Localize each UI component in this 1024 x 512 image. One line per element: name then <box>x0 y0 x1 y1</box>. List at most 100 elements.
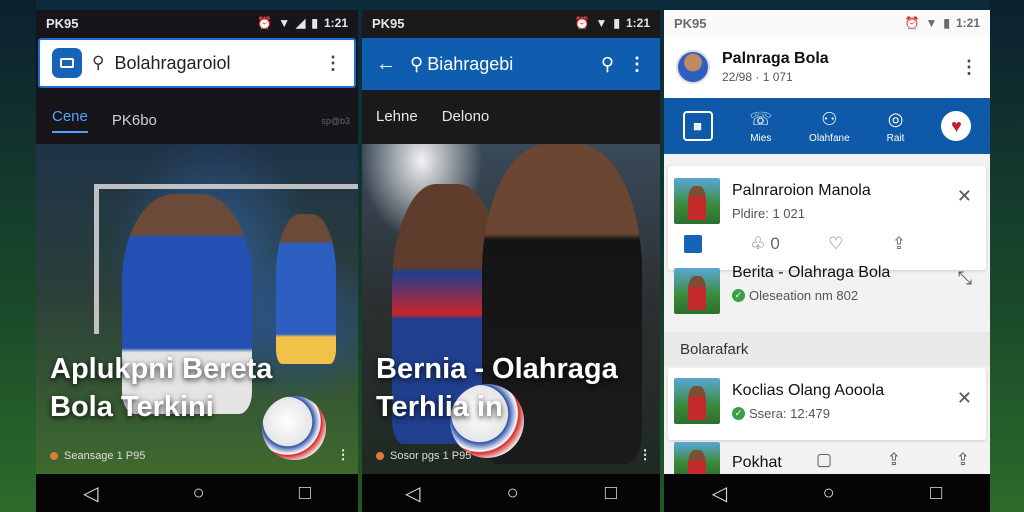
hero-source-row: Sosor pgs 1 P95 ⁝ <box>376 445 648 466</box>
article-title: Palnraroion Manola <box>732 182 871 199</box>
battery-icon: ▮ <box>613 16 620 30</box>
article-thumbnail <box>674 178 720 224</box>
hero-headline: Aplukpni Bereta Bola Terkini <box>50 353 273 423</box>
back-icon[interactable]: ◁ <box>83 481 98 506</box>
system-nav-bar: ◁ ○ □ <box>362 474 660 512</box>
phone-screen-home: PK95 ⏰ ▼ ◢ ▮ 1:21 ⚲ Bolahragaroiol ⋮ Cen… <box>36 10 358 512</box>
reaction-row: ▢ ⇪ ⇪ <box>816 450 970 470</box>
back-icon[interactable]: ◁ <box>712 481 727 506</box>
more-options-icon[interactable]: ⋮ <box>628 54 646 75</box>
carrier-label: PK95 <box>674 15 707 31</box>
share-icon[interactable]: ⇪ <box>887 450 901 470</box>
verified-icon: ✓ <box>732 289 745 302</box>
signal-icon: ◢ <box>296 16 306 30</box>
hero-article-card[interactable]: Bernia - Olahraga Terhlia in Sosor pgs 1… <box>362 144 660 474</box>
tab-bar: Lehne Delono <box>376 108 660 125</box>
hero-source: Seansage 1 P95 <box>64 449 146 462</box>
alarm-icon: ⏰ <box>574 16 590 30</box>
share-icon[interactable]: ⁝ <box>340 445 346 466</box>
recents-icon[interactable]: □ <box>605 482 617 505</box>
search-input[interactable]: Bolahragaroiol <box>114 53 314 74</box>
tab-cene[interactable]: Cene <box>52 108 88 133</box>
hero-headline: Bernia - Olahraga Terhlia in <box>376 353 618 423</box>
close-icon[interactable]: ✕ <box>957 186 972 207</box>
list-item[interactable]: Palnraroion Manola Pldire: 1 021 ✕ ♧ 0 ♡… <box>668 166 986 270</box>
article-thumbnail <box>674 268 720 314</box>
app-logo-icon <box>52 48 82 78</box>
bookmark-icon[interactable] <box>684 235 702 253</box>
section-heading: Bolarafark <box>664 332 990 366</box>
back-icon[interactable]: ◁ <box>405 481 420 506</box>
wifi-icon: ▼ <box>278 16 291 30</box>
action-olahfane[interactable]: ⚇ Olahfane <box>809 109 850 144</box>
battery-icon: ▮ <box>943 16 950 30</box>
hero-article-card[interactable]: Aplukpni Bereta Bola Terkini Seansage 1 … <box>36 144 358 474</box>
search-icon: ⚲ <box>92 53 105 72</box>
like-icon[interactable]: ♧ 0 <box>750 234 779 254</box>
more-options-icon[interactable]: ⋮ <box>960 57 978 78</box>
background-right <box>990 0 1024 512</box>
battery-icon: ▮ <box>311 16 318 30</box>
share-icon[interactable]: ⇪ <box>892 234 906 254</box>
list-item[interactable]: Berita - Olahraga Bola ✓ Oleseation nm 8… <box>668 260 986 320</box>
home-icon[interactable]: ○ <box>823 482 835 505</box>
back-arrow-icon[interactable]: ← <box>376 53 396 76</box>
search-bar[interactable]: ⚲ Bolahragaroiol ⋮ <box>38 38 356 88</box>
search-icon-button[interactable]: ⚲ <box>601 54 614 75</box>
action-mies[interactable]: ☏ Mies <box>750 109 773 144</box>
tag-icon: ▦ <box>682 111 713 141</box>
tab-faint[interactable]: sp@b3 <box>321 116 350 126</box>
home-icon[interactable]: ○ <box>507 482 519 505</box>
tab-pk6bo[interactable]: PK6bo <box>112 112 157 129</box>
player-image-background <box>276 214 336 364</box>
people-icon: ⚇ <box>821 108 838 129</box>
action-favorite[interactable]: ♥ <box>941 111 972 141</box>
heart-badge-icon: ♥ <box>941 111 972 141</box>
heart-icon[interactable]: ♡ <box>828 234 843 254</box>
chat-icon: ☏ <box>749 108 773 129</box>
status-bar: PK95 ⏰ ▼ ◢ ▮ 1:21 <box>36 10 358 36</box>
clock-label: 1:21 <box>625 16 650 30</box>
profile-name: Palnraga Bola <box>722 50 829 67</box>
share-icon[interactable]: ⁝ <box>642 445 648 466</box>
avatar[interactable] <box>676 50 710 84</box>
alarm-icon: ◎ <box>887 108 904 129</box>
article-meta: Pldire: 1 021 <box>732 206 805 221</box>
source-dot-icon <box>50 451 58 460</box>
article-meta: Oleseation nm 802 <box>749 288 859 303</box>
wifi-icon: ▼ <box>925 16 938 30</box>
search-query[interactable]: ⚲ Biahragebi <box>410 54 587 75</box>
tab-delono[interactable]: Delono <box>442 108 490 125</box>
article-meta: Ssera: 12:479 <box>749 406 830 421</box>
status-bar: PK95 ⏰ ▼ ▮ 1:21 <box>362 10 660 36</box>
list-item[interactable]: Koclias Olang Aooola ✓ Ssera: 12:479 ✕ <box>668 368 986 440</box>
hero-source-row: Seansage 1 P95 ⁝ <box>50 445 346 466</box>
tab-lehne[interactable]: Lehne <box>376 108 418 125</box>
close-icon[interactable]: ✕ <box>957 388 972 409</box>
background-left <box>0 0 36 512</box>
upload-icon[interactable]: ⇪ <box>956 450 970 470</box>
article-title: Pokhat <box>732 454 782 471</box>
action-bar: ▦ ☏ Mies ⚇ Olahfane ◎ Rait ♥ <box>664 98 990 154</box>
system-nav-bar: ◁ ○ □ <box>664 474 990 512</box>
recents-icon[interactable]: □ <box>299 482 311 505</box>
search-icon: ⚲ <box>410 53 424 74</box>
hero-source: Sosor pgs 1 P95 <box>390 449 472 462</box>
more-options-icon[interactable]: ⋮ <box>324 53 342 74</box>
article-thumbnail <box>674 442 720 484</box>
article-thumbnail <box>674 378 720 424</box>
phone-screen-feed: PK95 ⏰ ▼ ▮ 1:21 Palnraga Bola 22/98 · 1 … <box>664 10 990 512</box>
collapse-icon[interactable]: ⤡ <box>958 268 972 289</box>
article-title: Koclias Olang Aooola <box>732 382 885 399</box>
profile-date: 22/98 · 1 071 <box>722 70 793 84</box>
wifi-icon: ▼ <box>595 16 608 30</box>
alarm-icon: ⏰ <box>904 16 920 30</box>
carrier-label: PK95 <box>46 15 79 31</box>
status-bar: PK95 ⏰ ▼ ▮ 1:21 <box>664 10 990 36</box>
action-tag[interactable]: ▦ <box>682 111 713 141</box>
recents-icon[interactable]: □ <box>930 482 942 505</box>
comment-icon[interactable]: ▢ <box>816 450 832 470</box>
reaction-row: ♧ 0 ♡ ⇪ <box>684 234 906 254</box>
home-icon[interactable]: ○ <box>193 482 205 505</box>
action-rait[interactable]: ◎ Rait <box>887 109 905 144</box>
